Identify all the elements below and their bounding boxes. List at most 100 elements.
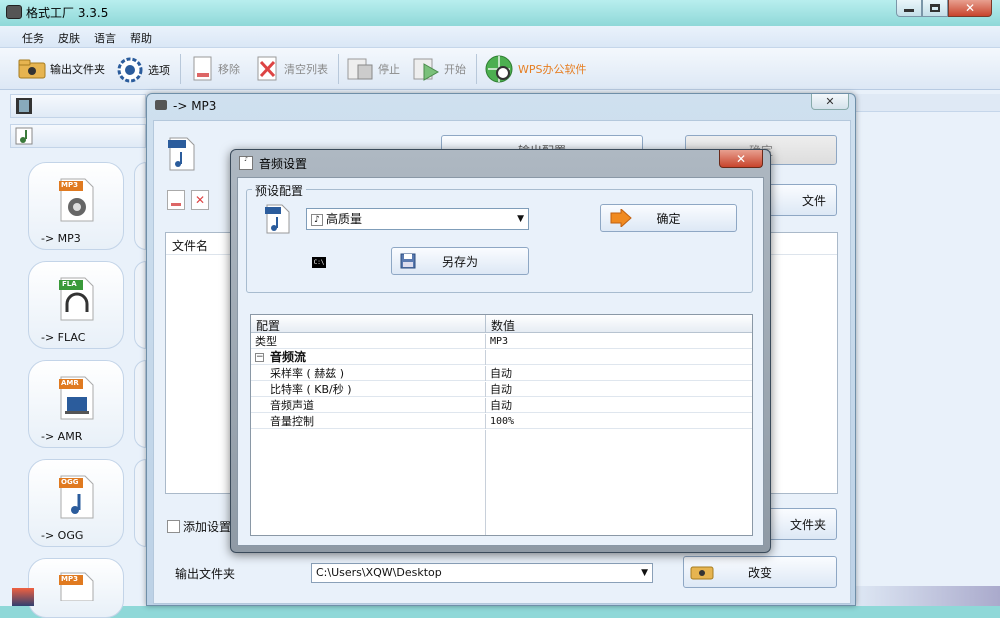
change-folder-label: 改变 [747,565,772,580]
menu-help[interactable]: 帮助 [130,30,152,46]
change-folder-icon [690,566,714,580]
clear-list-icon [257,56,277,81]
stop-button[interactable]: 停止 [346,56,400,82]
audio-dialog-icon: ♪ [239,156,253,170]
collapse-icon[interactable]: − [255,353,264,362]
mp3-badge: MP3 [61,181,78,189]
minimize-icon [904,9,914,12]
row-volume-name: 音量控制 [270,415,314,428]
preset-mp3-file-icon [265,204,290,234]
row-sample-rate-value: 自动 [490,367,512,380]
start-icon [413,58,440,81]
toolbar-divider-3 [476,54,477,84]
audio-dialog-close-button[interactable]: ✕ [719,150,763,168]
format-mp3-tile[interactable]: MP3 -> MP3 [28,162,124,250]
add-settings-checkbox[interactable] [167,520,180,533]
format-flac-tile[interactable]: FLA -> FLAC [28,261,124,349]
preset-select[interactable]: ♪ 高质量 ▼ [306,208,529,230]
desktop-fragment [852,586,1000,606]
audio-dialog-close-icon: ✕ [735,151,747,166]
maximize-icon [930,4,940,12]
output-folder-dropdown-icon: ▼ [641,568,648,578]
preset-group-label: 预设配置 [252,182,307,199]
grid-row-bit-rate[interactable]: 比特率 ( KB/秒 ) 自动 [251,382,752,397]
mp3-dialog-close-button[interactable]: ✕ [811,94,849,110]
row-sample-rate-name: 采样率 ( 赫兹 ) [270,367,345,380]
menu-skin[interactable]: 皮肤 [58,30,80,46]
cmd-icon: C:\ [312,257,326,268]
amr-label: -> AMR [41,430,83,443]
mp3-dialog-close-icon: ✕ [825,95,835,108]
wps-button[interactable]: WPS办公软件 [484,54,587,84]
save-as-button[interactable]: 另存为 [391,247,529,275]
row-channels-sep [485,398,486,413]
grid-row-audio-stream-group[interactable]: − 音频流 [251,350,752,365]
toolbar-divider-2 [338,54,339,84]
category-audio-tab[interactable] [10,124,146,148]
toolbar-divider [180,54,181,84]
close-icon: ✕ [964,1,976,15]
minimize-button[interactable] [896,0,922,17]
add-settings-label: 添加设置 [183,520,232,534]
property-grid[interactable]: 配置 数值 类型 MP3 − 音频流 采样率 ( 赫兹 ) 自动 比特率 ( K… [250,314,753,536]
row-volume-value: 100% [490,416,515,427]
menu-task[interactable]: 任务 [22,30,44,46]
row-type-name: 类型 [255,335,277,348]
grid-column-divider [485,430,486,535]
row-channels-value: 自动 [490,399,512,412]
format-mp3-tile-2[interactable]: MP3 [28,558,124,618]
grid-row-volume[interactable]: 音量控制 100% [251,414,752,429]
grid-header-value: 数值 [491,319,516,333]
options-button[interactable]: 选项 [116,57,170,83]
save-as-label: 另存为 [441,254,478,269]
category-video-tab[interactable] [10,94,146,118]
add-file-label: 文件 [801,193,826,208]
flac-label: -> FLAC [41,331,86,344]
wps-label: WPS办公软件 [518,63,587,76]
toolbar: 输出文件夹 选项 移除 清空列表 停止 开始 WPS办公软件 [0,48,1000,90]
output-folder-select[interactable]: C:\Users\XQW\Desktop ▼ [311,563,653,583]
remove-button[interactable]: 移除 [192,56,240,82]
mp3-small-clear-icon[interactable]: ✕ [191,190,209,210]
mp3-label: -> MP3 [41,232,81,245]
start-button[interactable]: 开始 [412,56,466,82]
ogg-badge: OGG [61,478,79,486]
audio-ok-label: 确定 [656,211,681,226]
output-folder-label: 输出文件夹 [50,63,105,76]
change-folder-button[interactable]: 改变 [683,556,837,588]
output-folder-button[interactable]: 输出文件夹 [18,59,105,79]
options-gear-icon [117,57,143,83]
format-ogg-tile[interactable]: OGG -> OGG [28,459,124,547]
stop-icon [347,58,373,80]
row-channels-name: 音频声道 [270,399,314,412]
taskbar-fragment [12,588,34,606]
output-folder-label: 输出文件夹 [175,567,236,581]
save-disk-icon [400,253,416,269]
start-label: 开始 [444,63,466,76]
audio-dialog-title: 音频设置 [259,157,308,171]
preset-note-icon: ♪ [311,213,323,226]
close-button[interactable]: ✕ [948,0,992,17]
ok-arrow-icon [610,209,632,227]
grid-row-channels[interactable]: 音频声道 自动 [251,398,752,413]
grid-row-type[interactable]: 类型 MP3 [251,334,752,349]
flac-badge: FLA [62,280,77,288]
row-volume-sep [485,414,486,429]
grid-row-sample-rate[interactable]: 采样率 ( 赫兹 ) 自动 [251,366,752,381]
row-bit-rate-value: 自动 [490,383,512,396]
audio-ok-button[interactable]: 确定 [600,204,737,232]
wps-globe-icon [485,55,513,83]
clear-list-button[interactable]: 清空列表 [256,56,328,82]
format-amr-tile[interactable]: AMR -> AMR [28,360,124,448]
clear-list-label: 清空列表 [284,63,328,76]
row-bit-rate-name: 比特率 ( KB/秒 ) [270,383,352,396]
row-sample-rate-sep [485,366,486,381]
mp3-small-remove-icon[interactable] [167,190,185,210]
output-folder-value: C:\Users\XQW\Desktop [316,566,442,579]
maximize-button[interactable] [922,0,948,17]
menu-bar: 任务 皮肤 语言 帮助 [0,26,1000,48]
folder-icon [18,59,46,79]
menu-language[interactable]: 语言 [94,30,116,46]
main-title: 格式工厂 3.3.5 [26,6,109,20]
grid-header-config: 配置 [256,319,281,333]
